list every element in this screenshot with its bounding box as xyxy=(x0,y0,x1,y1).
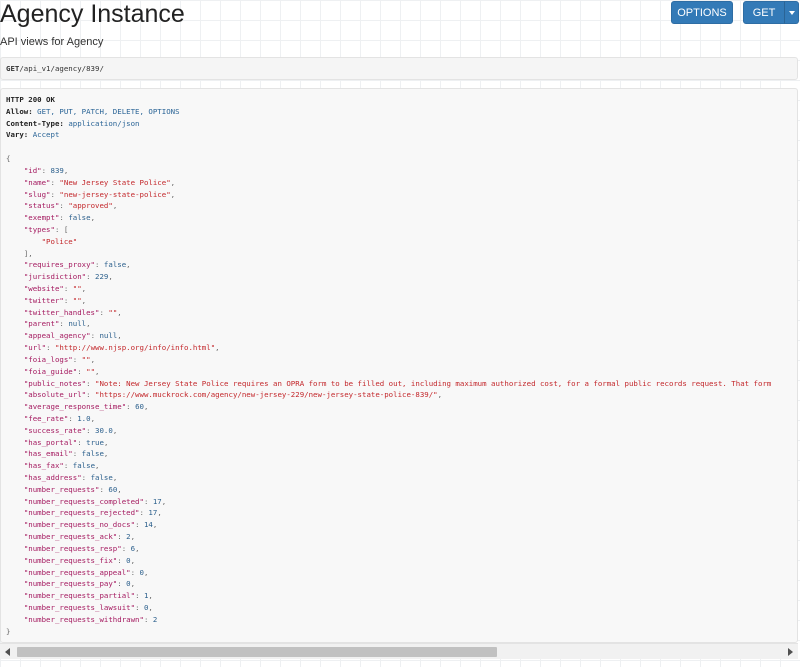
response-status: HTTP 200 OK xyxy=(6,95,55,104)
json-value-parent: null xyxy=(68,319,87,329)
json-value-website: "" xyxy=(72,284,82,293)
header-key: Allow: xyxy=(6,106,33,116)
scroll-right-arrow-icon[interactable] xyxy=(788,648,793,656)
json-value-foia-guide: "" xyxy=(86,366,96,376)
request-path: /api_v1/agency/839/ xyxy=(19,64,104,73)
json-value-has-portal: true xyxy=(86,437,104,447)
caret-down-icon xyxy=(788,10,795,15)
json-value-status: "approved" xyxy=(68,201,113,211)
json-value-public-notes: "Note: New Jersey State Police requires … xyxy=(95,378,772,388)
json-value-average-response-time: 60 xyxy=(135,402,144,412)
json-value-number-requests-no-docs: 14 xyxy=(143,520,153,530)
scrollbar-thumb[interactable] xyxy=(17,647,497,657)
header-value: GET, PUT, PATCH, DELETE, OPTIONS xyxy=(37,106,180,116)
header-value: Accept xyxy=(32,130,60,140)
options-button[interactable]: OPTIONS xyxy=(671,1,733,24)
json-value-appeal-agency: null xyxy=(99,331,118,341)
json-value-absolute-url: "https://www.muckrock.com/agency/new-jer… xyxy=(95,390,438,400)
json-value-url: "http://www.njsp.org/info/info.html" xyxy=(54,343,216,353)
header-key: Content-Type: xyxy=(6,118,64,128)
json-value-has-fax: false xyxy=(72,461,96,471)
json-value-types-item: "Police" xyxy=(41,236,78,246)
header-key: Vary: xyxy=(6,130,29,140)
page-title: Agency Instance xyxy=(0,0,185,28)
json-value-twitter: "" xyxy=(72,295,82,305)
json-value-has-address: false xyxy=(90,473,113,482)
json-value-twitter-handles: "" xyxy=(108,307,118,317)
page-description: API views for Agency xyxy=(0,36,104,48)
response-info: HTTP 200 OK Allow: GET, PUT, PATCH, DELET… xyxy=(0,88,798,643)
json-value-success-rate: 30.0 xyxy=(95,425,113,435)
json-value-number-requests: 60 xyxy=(108,484,118,494)
json-value-foia-logs: "" xyxy=(81,354,91,364)
json-value-slug: "new-jersey-state-police" xyxy=(59,189,171,199)
scroll-left-arrow-icon[interactable] xyxy=(5,648,10,656)
json-value-id: 839 xyxy=(50,165,64,175)
request-info: GET /api_v1/agency/839/ xyxy=(0,57,798,80)
json-value-requires-proxy: false xyxy=(103,260,127,270)
json-value-fee-rate: 1.0 xyxy=(77,413,91,423)
json-value-jurisdiction: 229 xyxy=(95,272,109,282)
json-value-exempt: false xyxy=(68,213,91,223)
horizontal-scrollbar[interactable] xyxy=(0,643,798,659)
json-value-number-requests-withdrawn: 2 xyxy=(152,614,158,624)
json-value-name: "New Jersey State Police" xyxy=(59,177,171,187)
json-value-number-requests-completed: 17 xyxy=(152,496,162,506)
get-button[interactable]: GET xyxy=(743,1,785,24)
json-value-number-requests-rejected: 17 xyxy=(148,508,158,518)
response-content: HTTP 200 OK Allow: GET, PUT, PATCH, DELET… xyxy=(6,95,772,636)
request-method: GET xyxy=(6,64,20,73)
header-value: application/json xyxy=(68,118,140,128)
json-value-has-email: false xyxy=(81,449,104,459)
get-format-dropdown-toggle[interactable] xyxy=(784,1,799,24)
